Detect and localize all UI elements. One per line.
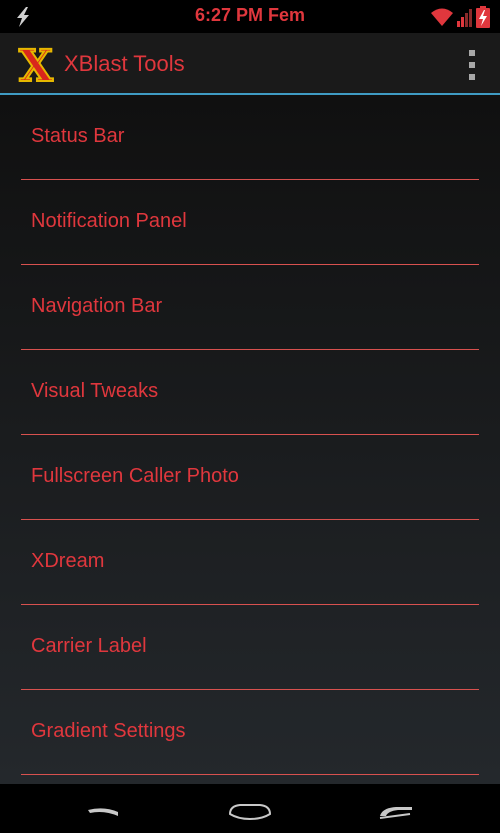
back-icon[interactable] xyxy=(74,794,134,824)
menu-item-navigation-bar[interactable]: Navigation Bar xyxy=(21,265,479,350)
menu-item-xdream[interactable]: XDream xyxy=(21,520,479,605)
recents-icon[interactable] xyxy=(366,794,426,824)
home-icon[interactable] xyxy=(220,794,280,824)
menu-item-label: Fullscreen Caller Photo xyxy=(31,465,239,487)
overflow-dot xyxy=(469,50,475,56)
menu-item-label: Gradient Settings xyxy=(31,720,186,742)
menu-item-label: XDream xyxy=(31,550,105,572)
overflow-dot xyxy=(469,62,475,68)
navigation-bar xyxy=(0,784,500,833)
menu-item-label: Carrier Label xyxy=(31,635,147,657)
menu-item-label: Visual Tweaks xyxy=(31,380,159,402)
overflow-menu-icon[interactable] xyxy=(466,50,478,80)
signal-icon xyxy=(457,9,472,27)
menu-item-status-bar[interactable]: Status Bar xyxy=(21,95,479,180)
settings-list: Status Bar Notification Panel Navigation… xyxy=(0,95,500,784)
overflow-dot xyxy=(469,74,475,80)
menu-item-fullscreen-caller-photo[interactable]: Fullscreen Caller Photo xyxy=(21,435,479,520)
wifi-icon xyxy=(431,8,453,26)
status-clock: 6:27 PM Fem xyxy=(194,5,306,25)
menu-item-label: Notification Panel xyxy=(31,210,187,232)
menu-item-visual-tweaks[interactable]: Visual Tweaks xyxy=(21,350,479,435)
status-icons xyxy=(430,5,490,29)
menu-item-gradient-settings[interactable]: Gradient Settings xyxy=(21,690,479,775)
svg-text:X: X xyxy=(19,43,54,85)
battery-charging-icon xyxy=(476,6,490,28)
menu-item-notification-panel[interactable]: Notification Panel xyxy=(21,180,479,265)
status-bar: 6:27 PM Fem xyxy=(0,0,500,33)
menu-item-label: Status Bar xyxy=(31,125,125,147)
menu-item-label: Navigation Bar xyxy=(31,295,163,317)
menu-item-carrier-label[interactable]: Carrier Label xyxy=(21,605,479,690)
action-bar: X XBlast Tools xyxy=(0,33,500,95)
app-title: XBlast Tools xyxy=(64,51,185,76)
app-logo[interactable]: X xyxy=(14,43,58,85)
